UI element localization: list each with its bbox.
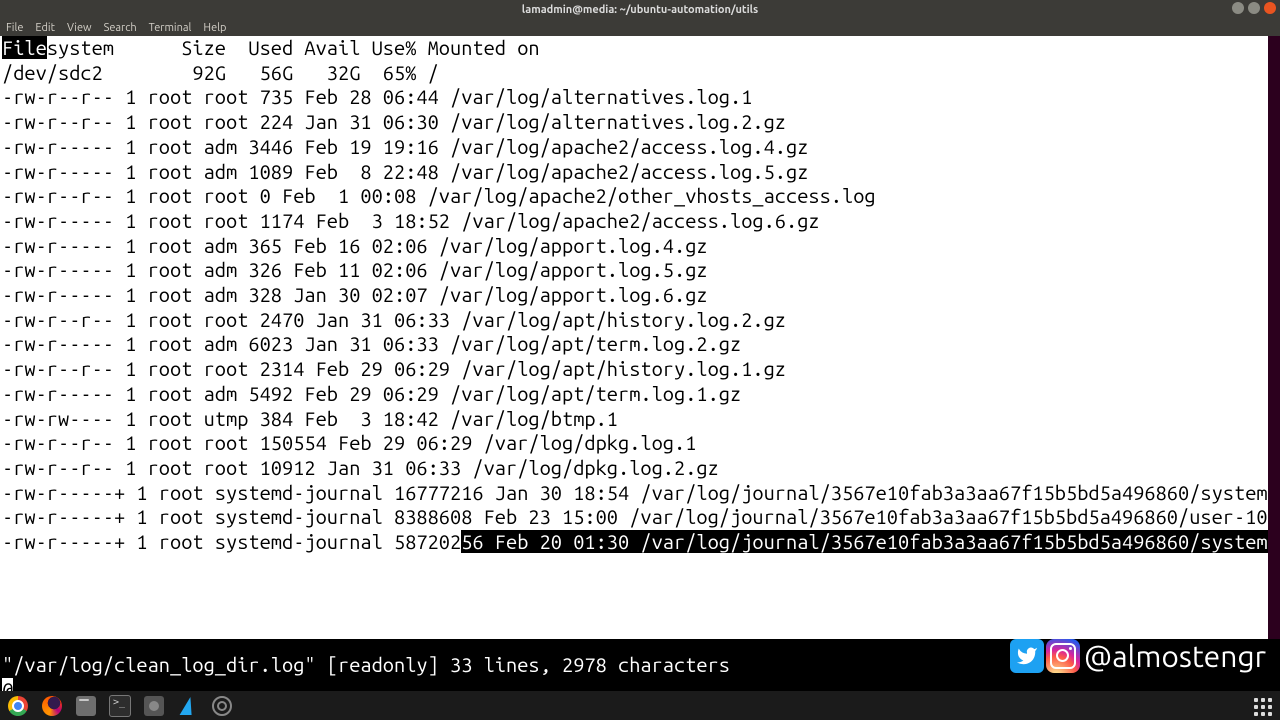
instagram-icon bbox=[1046, 639, 1080, 673]
ls-row: -rw-rw---- 1 root utmp 384 Feb 3 18:42 /… bbox=[2, 407, 618, 430]
df-row: /dev/sdc2 92G 56G 32G 65% / bbox=[2, 61, 439, 84]
ls-row-highlighted: -rw-r-----+ 1 root systemd-journal 58720… bbox=[2, 530, 1280, 553]
ls-row: -rw-r--r-- 1 root root 2314 Feb 29 06:29… bbox=[2, 357, 786, 380]
watermark-handle: @almostengr bbox=[1084, 639, 1266, 673]
app-grid-icon[interactable] bbox=[1252, 696, 1274, 718]
ls-row: -rw-r-----+ 1 root systemd-journal 16777… bbox=[2, 481, 1280, 504]
ls-row: -rw-r----- 1 root adm 3446 Feb 19 19:16 … bbox=[2, 135, 808, 158]
taskbar-screenshot-icon[interactable] bbox=[142, 694, 166, 718]
ls-row: -rw-r--r-- 1 root root 735 Feb 28 06:44 … bbox=[2, 85, 752, 108]
menu-help[interactable]: Help bbox=[203, 22, 226, 34]
ls-row: -rw-r----- 1 root adm 6023 Jan 31 06:33 … bbox=[2, 332, 741, 355]
taskbar-chrome-icon[interactable] bbox=[6, 694, 30, 718]
taskbar-firefox-icon[interactable] bbox=[40, 694, 64, 718]
menu-view[interactable]: View bbox=[67, 22, 92, 34]
minimize-button[interactable] bbox=[1232, 2, 1244, 14]
ls-row: -rw-r----- 1 root adm 1089 Feb 8 22:48 /… bbox=[2, 160, 808, 183]
maximize-button[interactable] bbox=[1248, 2, 1260, 14]
ls-row: -rw-r--r-- 1 root root 150554 Feb 29 06:… bbox=[2, 431, 696, 454]
watermark: @almostengr bbox=[1010, 639, 1266, 673]
menu-edit[interactable]: Edit bbox=[35, 22, 55, 34]
menubar: File Edit View Search Terminal Help bbox=[0, 19, 1280, 36]
ls-row: -rw-r--r-- 1 root root 224 Jan 31 06:30 … bbox=[2, 110, 786, 133]
menu-terminal[interactable]: Terminal bbox=[149, 22, 192, 34]
ls-row: -rw-r----- 1 root adm 326 Feb 11 02:06 /… bbox=[2, 258, 708, 281]
df-header-highlight: File bbox=[2, 36, 47, 59]
ls-row: -rw-r----- 1 root root 1174 Feb 3 18:52 … bbox=[2, 209, 820, 232]
taskbar bbox=[0, 691, 1280, 720]
window-title: lamadmin@media: ~/ubuntu-automation/util… bbox=[522, 4, 758, 16]
taskbar-vscode-icon[interactable] bbox=[176, 694, 200, 718]
window-controls bbox=[1232, 2, 1276, 14]
ls-row: -rw-r----- 1 root adm 5492 Feb 29 06:29 … bbox=[2, 382, 741, 405]
window-titlebar: lamadmin@media: ~/ubuntu-automation/util… bbox=[0, 0, 1280, 19]
vim-status-line: "/var/log/clean_log_dir.log" [readonly] … bbox=[2, 653, 730, 676]
ls-row: -rw-r----- 1 root adm 365 Feb 16 02:06 /… bbox=[2, 234, 708, 257]
taskbar-obs-icon[interactable] bbox=[210, 694, 234, 718]
ls-row: -rw-r--r-- 1 root root 0 Feb 1 00:08 /va… bbox=[2, 184, 876, 207]
ls-row: -rw-r--r-- 1 root root 10912 Jan 31 06:3… bbox=[2, 456, 719, 479]
taskbar-files-icon[interactable] bbox=[74, 694, 98, 718]
twitter-icon bbox=[1010, 639, 1044, 673]
menu-file[interactable]: File bbox=[6, 22, 23, 34]
ls-row: -rw-r-----+ 1 root systemd-journal 83886… bbox=[2, 505, 1280, 528]
close-button[interactable] bbox=[1264, 2, 1276, 14]
df-header-rest: system Size Used Avail Use% Mounted on bbox=[47, 36, 540, 59]
ls-row: -rw-r--r-- 1 root root 2470 Jan 31 06:33… bbox=[2, 308, 786, 331]
menu-search[interactable]: Search bbox=[104, 22, 137, 34]
ls-row: -rw-r----- 1 root adm 328 Jan 30 02:07 /… bbox=[2, 283, 708, 306]
taskbar-terminal-icon[interactable] bbox=[108, 694, 132, 718]
terminal-viewport[interactable]: Filesystem Size Used Avail Use% Mounted … bbox=[0, 36, 1280, 639]
